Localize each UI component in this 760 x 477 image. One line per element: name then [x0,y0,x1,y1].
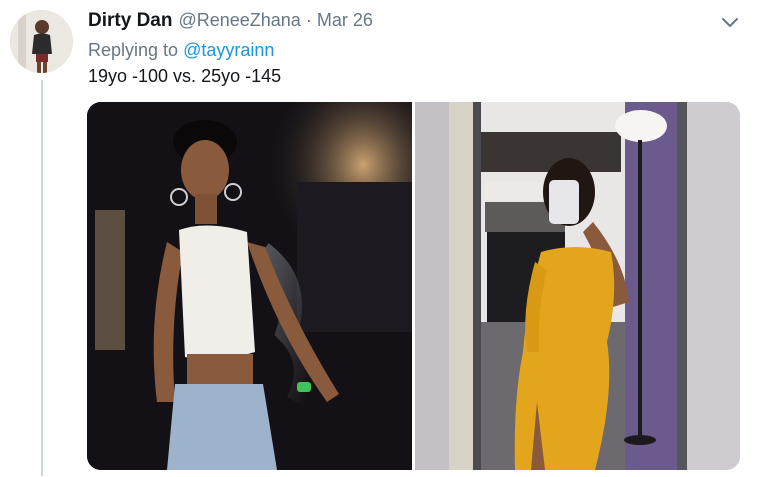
thread-line [41,80,43,476]
separator-dot: · [305,10,312,30]
tweet[interactable]: Dirty Dan @ReneeZhana · Mar 26 Replying … [0,0,760,477]
media-grid [87,102,740,470]
replying-to: Replying to @tayyrainn [88,40,274,61]
reply-mention-link[interactable]: @tayyrainn [183,40,274,60]
replying-prefix: Replying to [88,40,179,60]
avatar[interactable] [10,10,73,73]
photo-left[interactable] [87,102,412,470]
photo-right[interactable] [415,102,740,470]
chevron-down-icon[interactable] [718,12,742,32]
user-handle[interactable]: @ReneeZhana [178,10,300,31]
tweet-text: 19yo -100 vs. 25yo -145 [88,66,282,86]
tweet-header: Dirty Dan @ReneeZhana · Mar 26 [88,10,373,34]
tweet-date[interactable]: Mar 26 [317,10,373,31]
display-name[interactable]: Dirty Dan [88,10,172,32]
